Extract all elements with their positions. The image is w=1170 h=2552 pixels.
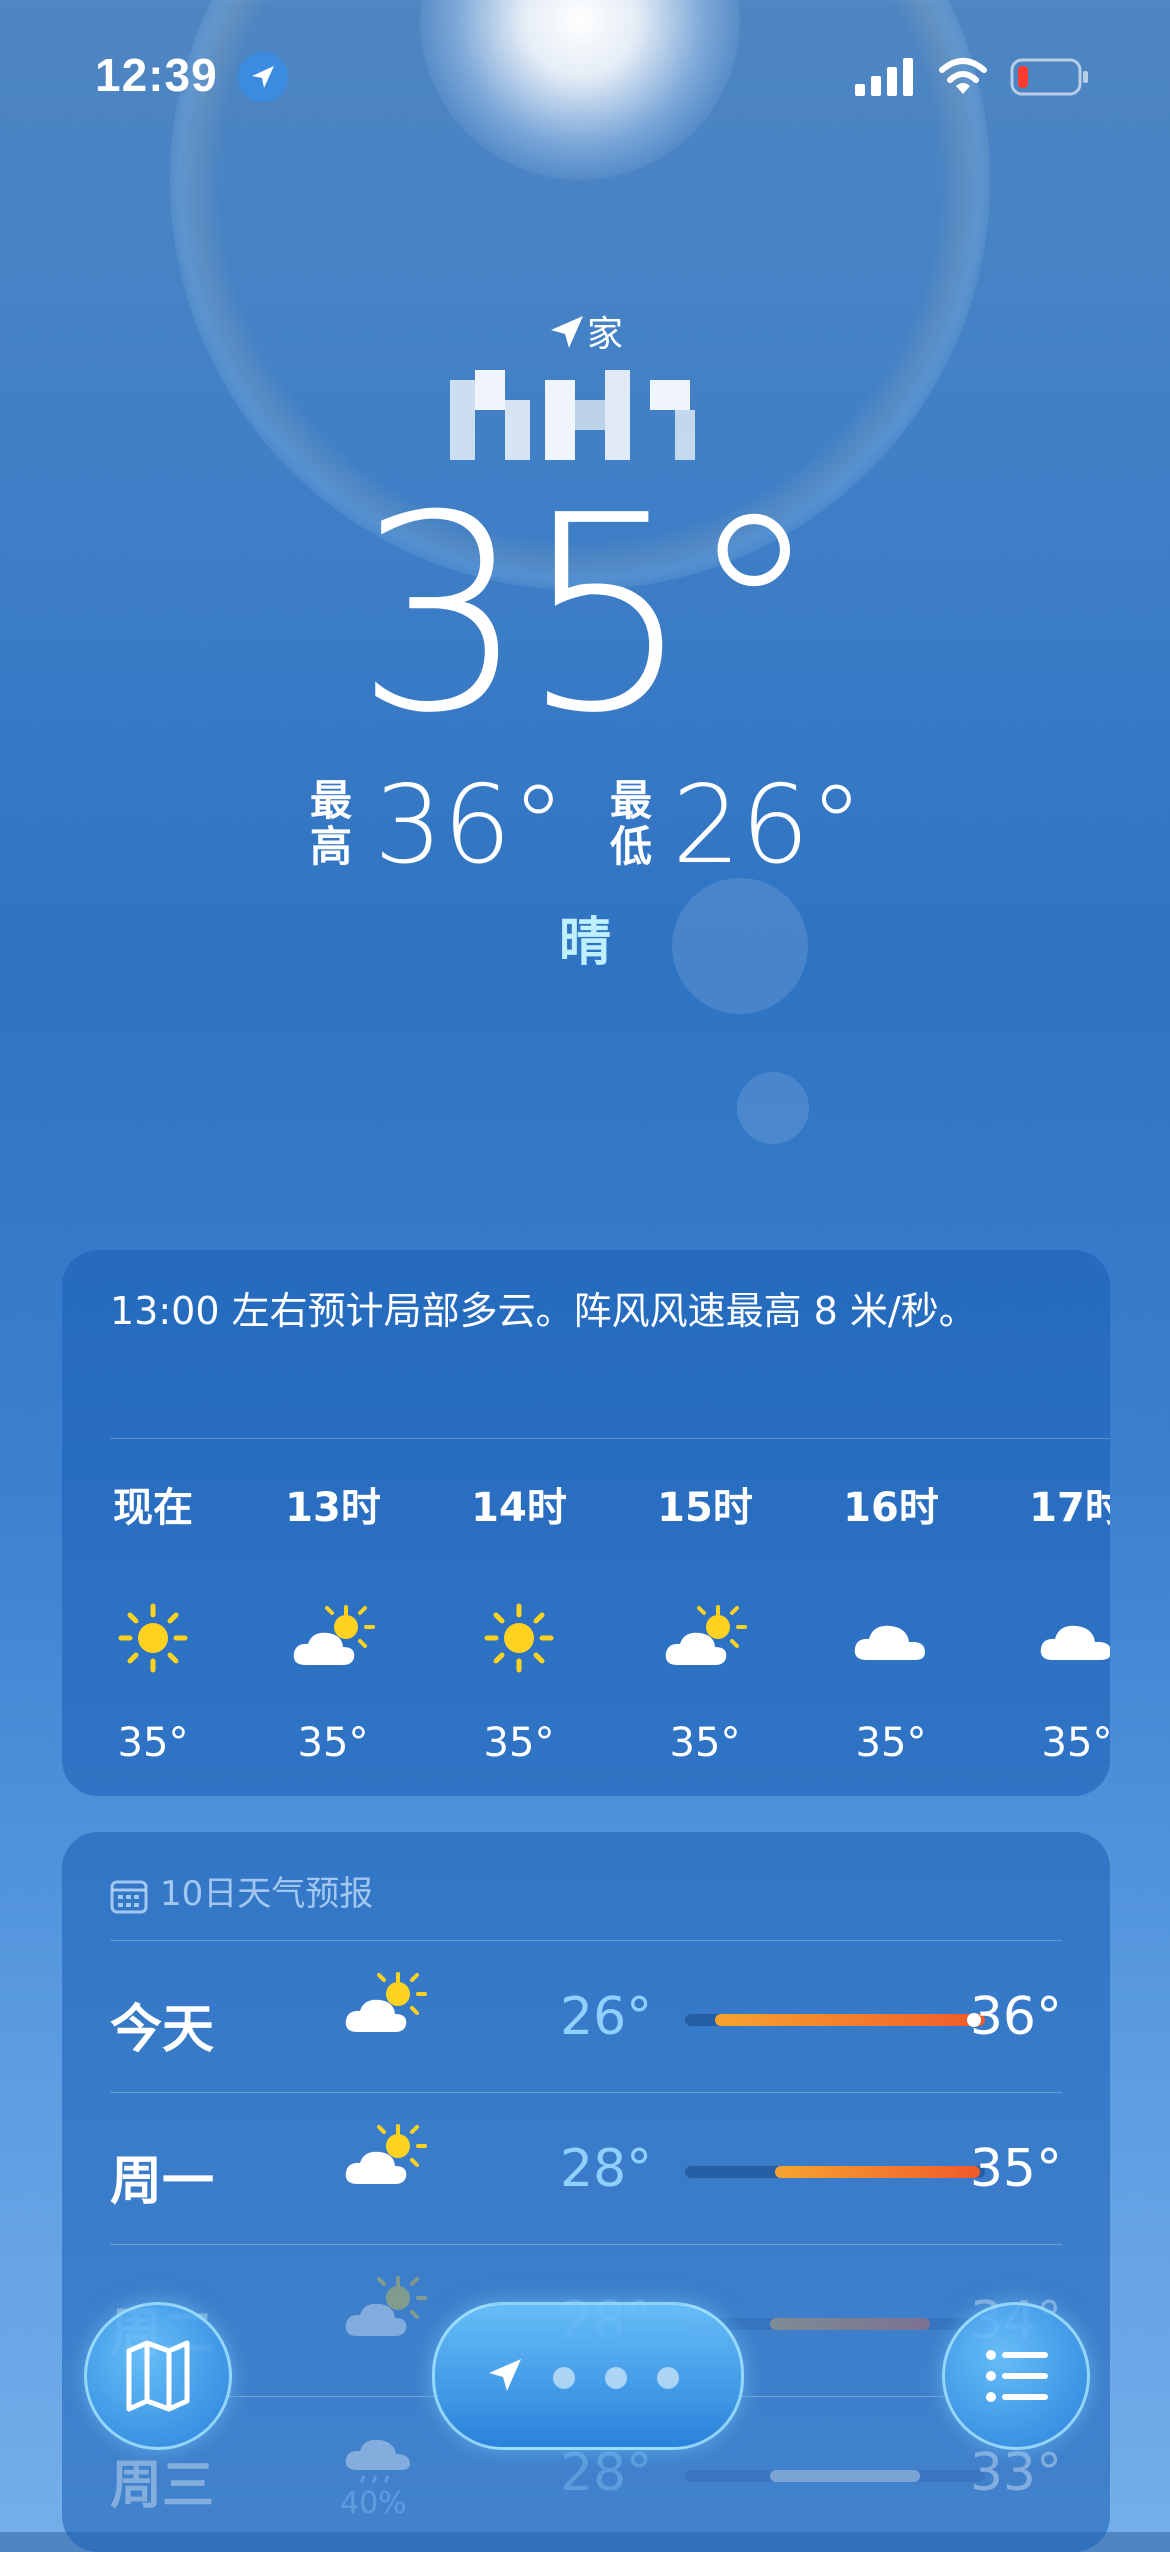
temperature-range-bar — [685, 2318, 985, 2330]
calendar-icon — [110, 1880, 148, 1913]
hour-item: 15时 35° — [630, 1478, 780, 1766]
sun-icon — [78, 1588, 228, 1688]
current-location-label: 家 — [0, 305, 1170, 357]
partly-cloudy-icon — [340, 1970, 430, 2044]
divider — [110, 1940, 1062, 1941]
cloud-icon — [1002, 1588, 1110, 1688]
temperature-range-bar — [685, 2166, 985, 2178]
divider — [110, 2244, 1062, 2245]
hour-item: 17时 35° — [1002, 1478, 1110, 1766]
hourly-list[interactable]: 现在 35° 13时 35° 14时 35° 15时 35° 16时 35° 1… — [62, 1478, 1110, 1778]
status-bar: 12:39 — [0, 0, 1170, 140]
status-time: 12:39 — [95, 49, 218, 101]
page-dot[interactable] — [553, 2367, 575, 2389]
divider — [110, 1438, 1110, 1439]
list-icon — [986, 2350, 1048, 2402]
hour-item: 16时 35° — [816, 1478, 966, 1766]
battery-low-icon — [1010, 58, 1088, 96]
hourly-forecast-card[interactable]: 13:00 左右预计局部多云。阵风风速最高 8 米/秒。 现在 35° 13时 … — [62, 1250, 1110, 1796]
cloud-rain-icon: 40% — [340, 2426, 430, 2521]
location-arrow-icon — [489, 2359, 521, 2391]
lens-flare — [737, 1072, 809, 1144]
forecast-summary: 13:00 左右预计局部多云。阵风风速最高 8 米/秒。 — [110, 1289, 977, 1333]
temperature-range-bar — [685, 2013, 985, 2027]
city-name-redacted — [450, 370, 720, 470]
day-row[interactable]: 今天 26° 36° — [110, 1942, 1062, 2092]
location-arrow-icon — [550, 316, 583, 348]
page-dot[interactable] — [657, 2367, 679, 2389]
high-label: 最高 — [310, 776, 353, 871]
cellular-signal-icon — [855, 58, 913, 96]
partly-cloudy-icon — [630, 1588, 780, 1688]
low-label: 最低 — [610, 776, 653, 871]
ten-day-title: 10日天气预报 — [110, 1866, 373, 1915]
hour-item: 14时 35° — [444, 1478, 594, 1766]
cloud-icon — [816, 1588, 966, 1688]
current-temperature: 35° — [354, 457, 822, 772]
precip-chance: 40% — [340, 2486, 407, 2521]
partly-cloudy-icon — [340, 2122, 430, 2196]
low-value: 26° — [672, 763, 864, 888]
page-dot[interactable] — [605, 2367, 627, 2389]
partly-cloudy-icon — [340, 2274, 430, 2348]
location-list-button[interactable] — [942, 2302, 1090, 2450]
high-value: 36° — [374, 763, 566, 888]
sun-icon — [444, 1588, 594, 1688]
weather-condition: 晴 — [558, 913, 611, 973]
location-pager[interactable] — [432, 2302, 744, 2450]
high-low-temperature: 最高 36° 最低 26° — [310, 763, 870, 888]
divider — [110, 2092, 1062, 2093]
hour-item: 现在 35° — [78, 1478, 228, 1766]
hour-item: 13时 35° — [258, 1478, 408, 1766]
partly-cloudy-icon — [258, 1588, 408, 1688]
wifi-icon — [939, 58, 987, 94]
map-icon — [126, 2340, 190, 2412]
map-button[interactable] — [84, 2302, 232, 2450]
location-services-icon — [238, 52, 288, 102]
day-row[interactable]: 周一 28° 35° — [110, 2094, 1062, 2244]
temperature-range-bar — [685, 2470, 985, 2482]
